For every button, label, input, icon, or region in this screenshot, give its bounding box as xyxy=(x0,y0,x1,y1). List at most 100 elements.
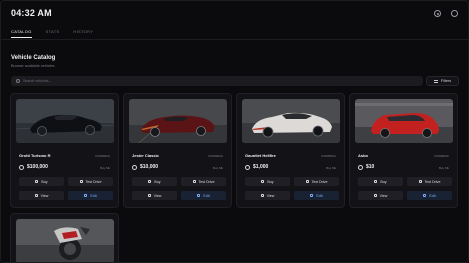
view-label: View xyxy=(153,193,162,198)
test-drive-button[interactable]: Test Drive xyxy=(407,177,452,186)
search-icon xyxy=(16,79,20,83)
cart-icon xyxy=(35,180,39,183)
eye-icon xyxy=(147,194,151,197)
buy-label: Buy xyxy=(267,179,274,184)
cart-icon xyxy=(148,180,152,183)
vehicle-name: Jester Classic xyxy=(132,153,159,158)
view-button[interactable]: View xyxy=(132,191,177,200)
pencil-icon xyxy=(310,194,314,197)
test-drive-button[interactable]: Test Drive xyxy=(294,177,339,186)
vehicle-image xyxy=(16,219,114,262)
vehicle-brand: KOMODA xyxy=(321,154,336,158)
top-bar: 04:32 AM xyxy=(1,1,468,27)
view-button[interactable]: View xyxy=(19,191,64,200)
clock: 04:32 AM xyxy=(11,8,52,18)
vehicle-price: $10,000 xyxy=(132,164,158,170)
vehicle-image xyxy=(242,99,340,143)
eye-icon xyxy=(34,194,38,197)
tab-catalog[interactable]: CATALOG xyxy=(11,29,32,38)
cart-icon xyxy=(374,180,378,183)
edit-button[interactable]: Edit xyxy=(68,191,113,200)
filters-button[interactable]: Filters xyxy=(426,76,459,86)
page-title: Vehicle Catalog xyxy=(11,55,56,61)
buy-button[interactable]: Buy xyxy=(245,177,290,186)
vehicle-card[interactable]: Grotti Turismo R KOMODA $100,000 Buy Mk … xyxy=(10,93,119,208)
pencil-icon xyxy=(197,194,201,197)
buy-label: Buy xyxy=(41,179,48,184)
pencil-icon xyxy=(84,194,88,197)
vehicle-name: Grotti Turismo R xyxy=(19,153,51,158)
vehicle-brand: KOMODA xyxy=(434,154,449,158)
steering-icon xyxy=(418,180,422,183)
view-label: View xyxy=(379,193,388,198)
edit-label: Edit xyxy=(90,193,97,198)
pencil-icon xyxy=(423,194,427,197)
vehicle-price-value: $100,000 xyxy=(27,164,48,170)
vehicle-image xyxy=(355,99,453,143)
buy-button[interactable]: Buy xyxy=(132,177,177,186)
vehicle-price-value: $10 xyxy=(366,164,375,170)
test-drive-button[interactable]: Test Drive xyxy=(68,177,113,186)
tab-divider xyxy=(1,39,468,40)
vehicle-brand: KOMODA xyxy=(208,154,223,158)
power-icon[interactable] xyxy=(451,10,458,17)
vehicle-card[interactable]: Jester Classic KOMODA $10,000 Buy Mk Buy… xyxy=(123,93,232,208)
vehicle-price: $1,000 xyxy=(245,164,268,170)
tab-history[interactable]: HISTORY xyxy=(73,29,93,38)
settings-icon[interactable] xyxy=(434,10,441,17)
app-window: 04:32 AM CATALOG STATS HISTORY Vehicle C… xyxy=(0,0,469,263)
top-icons xyxy=(434,10,458,17)
view-button[interactable]: View xyxy=(358,191,403,200)
buy-button[interactable]: Buy xyxy=(19,177,64,186)
edit-label: Edit xyxy=(429,193,436,198)
buy-label: Buy xyxy=(154,179,161,184)
tab-stats[interactable]: STATS xyxy=(46,29,60,38)
price-icon xyxy=(358,164,363,170)
search-input[interactable]: Search vehicles... xyxy=(11,76,423,86)
search-placeholder: Search vehicles... xyxy=(23,79,52,83)
vehicle-image xyxy=(129,99,227,143)
cart-icon xyxy=(261,180,265,183)
vehicle-image xyxy=(16,99,114,143)
test-drive-label: Test Drive xyxy=(198,179,215,184)
price-icon xyxy=(132,164,137,170)
vehicle-card[interactable]: Asbo KOMODA $10 Buy Mk Buy Test Drive Vi… xyxy=(349,93,458,208)
vehicle-price: $100,000 xyxy=(19,164,48,170)
test-drive-label: Test Drive xyxy=(311,179,328,184)
edit-button[interactable]: Edit xyxy=(407,191,452,200)
vehicle-card[interactable] xyxy=(10,213,119,262)
vehicle-price-value: $10,000 xyxy=(140,164,159,170)
buy-label: Buy xyxy=(380,179,387,184)
vehicle-card[interactable]: Gauntlet Hellfire KOMODA $1,000 Buy Mk B… xyxy=(236,93,345,208)
filters-label: Filters xyxy=(440,79,452,83)
test-drive-button[interactable]: Test Drive xyxy=(181,177,226,186)
vehicle-status: Buy Mk xyxy=(99,166,110,170)
buy-button[interactable]: Buy xyxy=(358,177,403,186)
tab-bar: CATALOG STATS HISTORY xyxy=(11,29,93,38)
steering-icon xyxy=(192,180,196,183)
vehicle-status: Buy Mk xyxy=(212,166,223,170)
page-subtitle: Browse available vehicles xyxy=(11,64,55,68)
vehicle-brand: KOMODA xyxy=(95,154,110,158)
eye-icon xyxy=(373,194,377,197)
eye-icon xyxy=(260,194,264,197)
steering-icon xyxy=(305,180,309,183)
edit-label: Edit xyxy=(316,193,323,198)
edit-label: Edit xyxy=(203,193,210,198)
vehicle-price: $10 xyxy=(358,164,374,170)
view-label: View xyxy=(40,193,49,198)
price-icon xyxy=(245,164,250,170)
edit-button[interactable]: Edit xyxy=(294,191,339,200)
vehicle-name: Gauntlet Hellfire xyxy=(245,153,276,158)
view-label: View xyxy=(266,193,275,198)
vehicle-price-value: $1,000 xyxy=(253,164,269,170)
price-icon xyxy=(19,164,24,170)
test-drive-label: Test Drive xyxy=(85,179,102,184)
vehicle-status: Buy Mk xyxy=(438,166,449,170)
vehicle-status: Buy Mk xyxy=(325,166,336,170)
test-drive-label: Test Drive xyxy=(424,179,441,184)
edit-button[interactable]: Edit xyxy=(181,191,226,200)
view-button[interactable]: View xyxy=(245,191,290,200)
steering-icon xyxy=(79,180,83,183)
filter-icon xyxy=(433,79,438,83)
